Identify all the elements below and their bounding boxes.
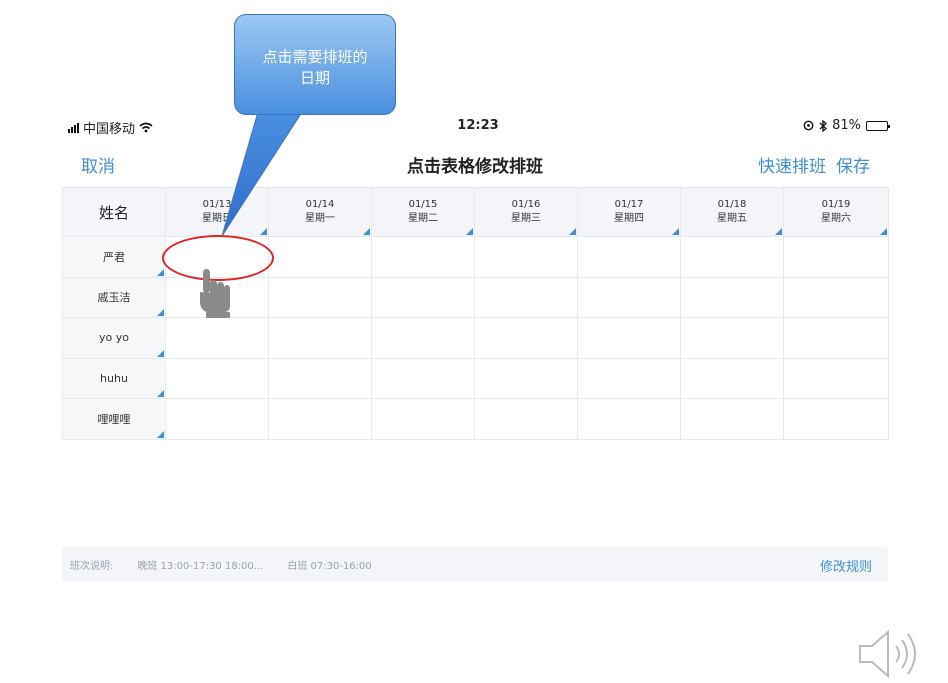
schedule-cell[interactable] <box>783 357 889 399</box>
schedule-cell[interactable] <box>577 276 681 318</box>
employee-name-cell[interactable]: huhu <box>62 357 166 399</box>
callout-line-2: 日期 <box>299 69 330 87</box>
schedule-cell[interactable] <box>371 398 475 440</box>
header-weekday: 星期六 <box>821 213 851 224</box>
quick-schedule-button[interactable]: 快速排班 <box>758 152 826 177</box>
shift-info-bar: 班次说明: 晚班 13:00-17:30 18:00... 白班 07:30-1… <box>62 547 888 581</box>
header-date: 01/19 <box>821 199 851 210</box>
date-header-0119[interactable]: 01/19 星期六 <box>783 187 889 237</box>
schedule-cell[interactable] <box>577 317 681 359</box>
battery-percent: 81% <box>832 118 861 133</box>
schedule-cell[interactable] <box>680 317 784 359</box>
table-row: huhu <box>62 357 889 399</box>
table-row: yo yo <box>62 317 889 359</box>
schedule-cell[interactable] <box>474 317 578 359</box>
schedule-cell[interactable] <box>371 236 475 278</box>
shift-night: 晚班 13:00-17:30 18:00... <box>137 560 264 572</box>
save-button[interactable]: 保存 <box>836 152 870 177</box>
schedule-cell[interactable] <box>783 236 889 278</box>
employee-name-cell[interactable]: yo yo <box>62 317 166 359</box>
callout-line-1: 点击需要排班的 <box>262 48 368 66</box>
status-time: 12:23 <box>457 118 499 133</box>
date-header-0118[interactable]: 01/18 星期五 <box>680 187 784 237</box>
schedule-cell[interactable] <box>783 276 889 318</box>
speaker-icon[interactable] <box>856 626 932 682</box>
status-bar: 中国移动 12:23 81% <box>68 118 890 138</box>
schedule-cell[interactable] <box>165 317 269 359</box>
alarm-icon <box>803 120 814 131</box>
name-column-header: 姓名 <box>62 187 166 237</box>
schedule-cell[interactable] <box>165 398 269 440</box>
schedule-cell[interactable] <box>371 276 475 318</box>
schedule-cell[interactable] <box>577 357 681 399</box>
schedule-cell[interactable] <box>268 357 372 399</box>
table-header-row: 姓名 01/13 星期日 01/14 星期一 01/15 星期二 01/16 星期三 0… <box>62 187 889 237</box>
date-header-0116[interactable]: 01/16 星期三 <box>474 187 578 237</box>
schedule-cell[interactable] <box>680 398 784 440</box>
battery-icon <box>866 120 890 131</box>
table-row: 哩哩哩 <box>62 398 889 440</box>
header-weekday: 星期五 <box>717 213 747 224</box>
employee-name-cell[interactable]: 戚玉洁 <box>62 276 166 318</box>
schedule-cell[interactable] <box>680 357 784 399</box>
header-weekday: 星期二 <box>408 213 438 224</box>
callout-pointer <box>221 111 303 237</box>
employee-name-cell[interactable]: 哩哩哩 <box>62 398 166 440</box>
header-weekday: 星期四 <box>614 213 644 224</box>
date-header-0115[interactable]: 01/15 星期二 <box>371 187 475 237</box>
header-date: 01/15 <box>408 199 438 210</box>
schedule-cell[interactable] <box>680 236 784 278</box>
employee-name-cell[interactable]: 严君 <box>62 236 166 278</box>
schedule-cell[interactable] <box>474 276 578 318</box>
schedule-table: 姓名 01/13 星期日 01/14 星期一 01/15 星期二 01/16 星期三 0… <box>62 187 889 440</box>
schedule-cell[interactable] <box>268 317 372 359</box>
modify-rules-link[interactable]: 修改规则 <box>820 556 872 575</box>
schedule-cell[interactable] <box>371 317 475 359</box>
schedule-cell[interactable] <box>783 317 889 359</box>
schedule-cell[interactable] <box>783 398 889 440</box>
schedule-cell[interactable] <box>577 398 681 440</box>
schedule-cell[interactable] <box>474 236 578 278</box>
schedule-cell[interactable] <box>268 398 372 440</box>
nav-bar: 取消 点击表格修改排班 快速排班 保存 <box>62 150 888 178</box>
hand-pointer-icon <box>200 269 230 318</box>
tutorial-callout: 点击需要排班的 日期 <box>234 14 396 115</box>
bluetooth-icon <box>819 119 828 132</box>
schedule-cell[interactable] <box>268 236 372 278</box>
shift-day: 白班 07:30-16:00 <box>287 560 372 572</box>
header-date: 01/18 <box>717 199 747 210</box>
schedule-cell[interactable] <box>680 276 784 318</box>
shift-info-label: 班次说明: <box>70 560 114 572</box>
schedule-cell[interactable] <box>474 357 578 399</box>
date-header-0117[interactable]: 01/17 星期四 <box>577 187 681 237</box>
header-weekday: 星期三 <box>511 213 541 224</box>
header-date: 01/17 <box>614 199 644 210</box>
table-row: 戚玉洁 <box>62 276 889 318</box>
schedule-cell[interactable] <box>474 398 578 440</box>
schedule-cell[interactable] <box>268 276 372 318</box>
schedule-cell[interactable] <box>371 357 475 399</box>
schedule-cell[interactable] <box>165 357 269 399</box>
schedule-cell[interactable] <box>577 236 681 278</box>
header-date: 01/16 <box>511 199 541 210</box>
